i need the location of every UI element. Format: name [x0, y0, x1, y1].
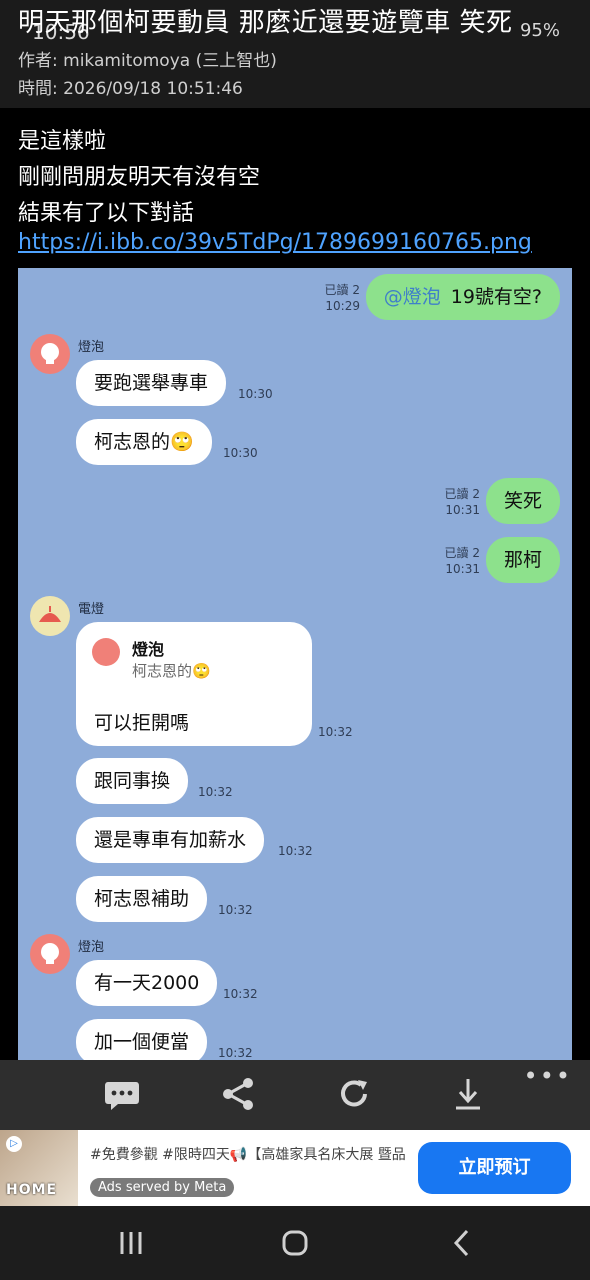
- message-time: 10:30: [238, 387, 273, 401]
- lightbulb-icon: [41, 343, 59, 364]
- message-status: 已讀 2 10:29: [324, 283, 360, 313]
- status-battery: 95%: [519, 20, 560, 41]
- ad-banner[interactable]: ▷ HOME #免費參觀 #限時四天📢【高雄家具名床大展 暨品牌家電特賣會】10…: [0, 1130, 590, 1206]
- post-author[interactable]: 作者: mikamitomoya (三上智也): [18, 46, 277, 71]
- home-icon[interactable]: [280, 1226, 310, 1264]
- message-bubble: 要跑選舉專車: [76, 360, 227, 406]
- message-bubble: 有一天2000: [76, 960, 218, 1006]
- message-text: 可以拒開嗎: [94, 712, 190, 734]
- refresh-icon[interactable]: [334, 1074, 374, 1114]
- message-status: 已讀 2 10:31: [444, 546, 480, 576]
- avatar: [92, 638, 120, 666]
- post-line: 是這樣啦: [18, 129, 107, 154]
- avatar[interactable]: [30, 334, 70, 374]
- ad-thumbnail[interactable]: ▷ HOME: [0, 1130, 78, 1206]
- back-icon[interactable]: [450, 1226, 474, 1264]
- download-icon[interactable]: [448, 1074, 488, 1114]
- action-toolbar: •••: [0, 1060, 590, 1130]
- message-time: 10:32: [218, 903, 253, 917]
- reply-message-card: 燈泡 柯志恩的🙄 可以拒開嗎: [76, 622, 312, 746]
- message-bubble-sent: 笑死: [485, 478, 560, 524]
- post-title: 明天那個柯要動員 那麼近還要遊覽車 笑死: [18, 8, 513, 38]
- message-bubble-sent: 那柯: [485, 537, 560, 583]
- more-icon[interactable]: •••: [524, 1062, 572, 1090]
- message-bubble: 柯志恩補助: [76, 876, 208, 922]
- ad-choices-icon[interactable]: ▷: [6, 1136, 22, 1152]
- message-bubble: 跟同事換: [76, 758, 189, 804]
- message-time: 10:32: [198, 785, 233, 799]
- reply-quote: 柯志恩的🙄: [132, 662, 211, 680]
- message-bubble-sent: @燈泡 19號有空?: [365, 274, 560, 320]
- ad-badge: Ads served by Meta: [90, 1178, 235, 1197]
- avatar[interactable]: [30, 596, 70, 636]
- sender-name: 燈泡: [78, 940, 105, 955]
- sender-name: 電燈: [78, 602, 105, 617]
- message-bubble: 還是專車有加薪水: [76, 817, 265, 863]
- message-time: 10:32: [278, 844, 313, 858]
- image-link[interactable]: https://i.ibb.co/39v5TdPg/1789699160765.…: [18, 230, 532, 255]
- post-line: 剛剛問朋友明天有沒有空: [18, 165, 261, 190]
- system-nav-bar: [0, 1206, 590, 1280]
- message-bubble: 柯志恩的🙄: [76, 419, 212, 465]
- lamp-icon: [39, 606, 61, 622]
- post-line: 結果有了以下對話: [18, 201, 195, 226]
- mention-tag: @燈泡: [383, 286, 441, 308]
- recents-icon[interactable]: [118, 1226, 144, 1264]
- reply-sender: 燈泡: [132, 640, 165, 659]
- message-time: 10:30: [223, 446, 258, 460]
- lightbulb-icon: [41, 943, 59, 964]
- ad-copy[interactable]: #免費參觀 #限時四天📢【高雄家具名床大展 暨品牌家電特賣會】10/2-10/5…: [90, 1144, 406, 1164]
- sender-name: 燈泡: [78, 340, 105, 355]
- ad-thumbnail-text: HOME: [6, 1182, 58, 1198]
- message-time: 10:32: [223, 987, 258, 1001]
- post-body: 是這樣啦 剛剛問朋友明天有沒有空 結果有了以下對話: [18, 124, 260, 232]
- comment-icon[interactable]: [102, 1074, 142, 1114]
- share-icon[interactable]: [218, 1074, 258, 1114]
- message-status: 已讀 2 10:31: [444, 487, 480, 517]
- message-bubble: 加一個便當: [76, 1019, 208, 1060]
- ad-cta-button[interactable]: 立即预订: [418, 1142, 571, 1194]
- message-time: 10:32: [218, 1046, 253, 1060]
- post-time: 時間: 2026/09/18 10:51:46: [18, 79, 243, 99]
- message-time: 10:32: [318, 725, 353, 739]
- chat-screenshot[interactable]: 已讀 2 10:29 @燈泡 19號有空? 燈泡 要跑選舉專車 10:30 柯志恩的…: [18, 268, 572, 1060]
- avatar[interactable]: [30, 934, 70, 974]
- post-header: 10:56 95% 明天那個柯要動員 那麼近還要遊覽車 笑死 作者: mikam…: [0, 0, 590, 108]
